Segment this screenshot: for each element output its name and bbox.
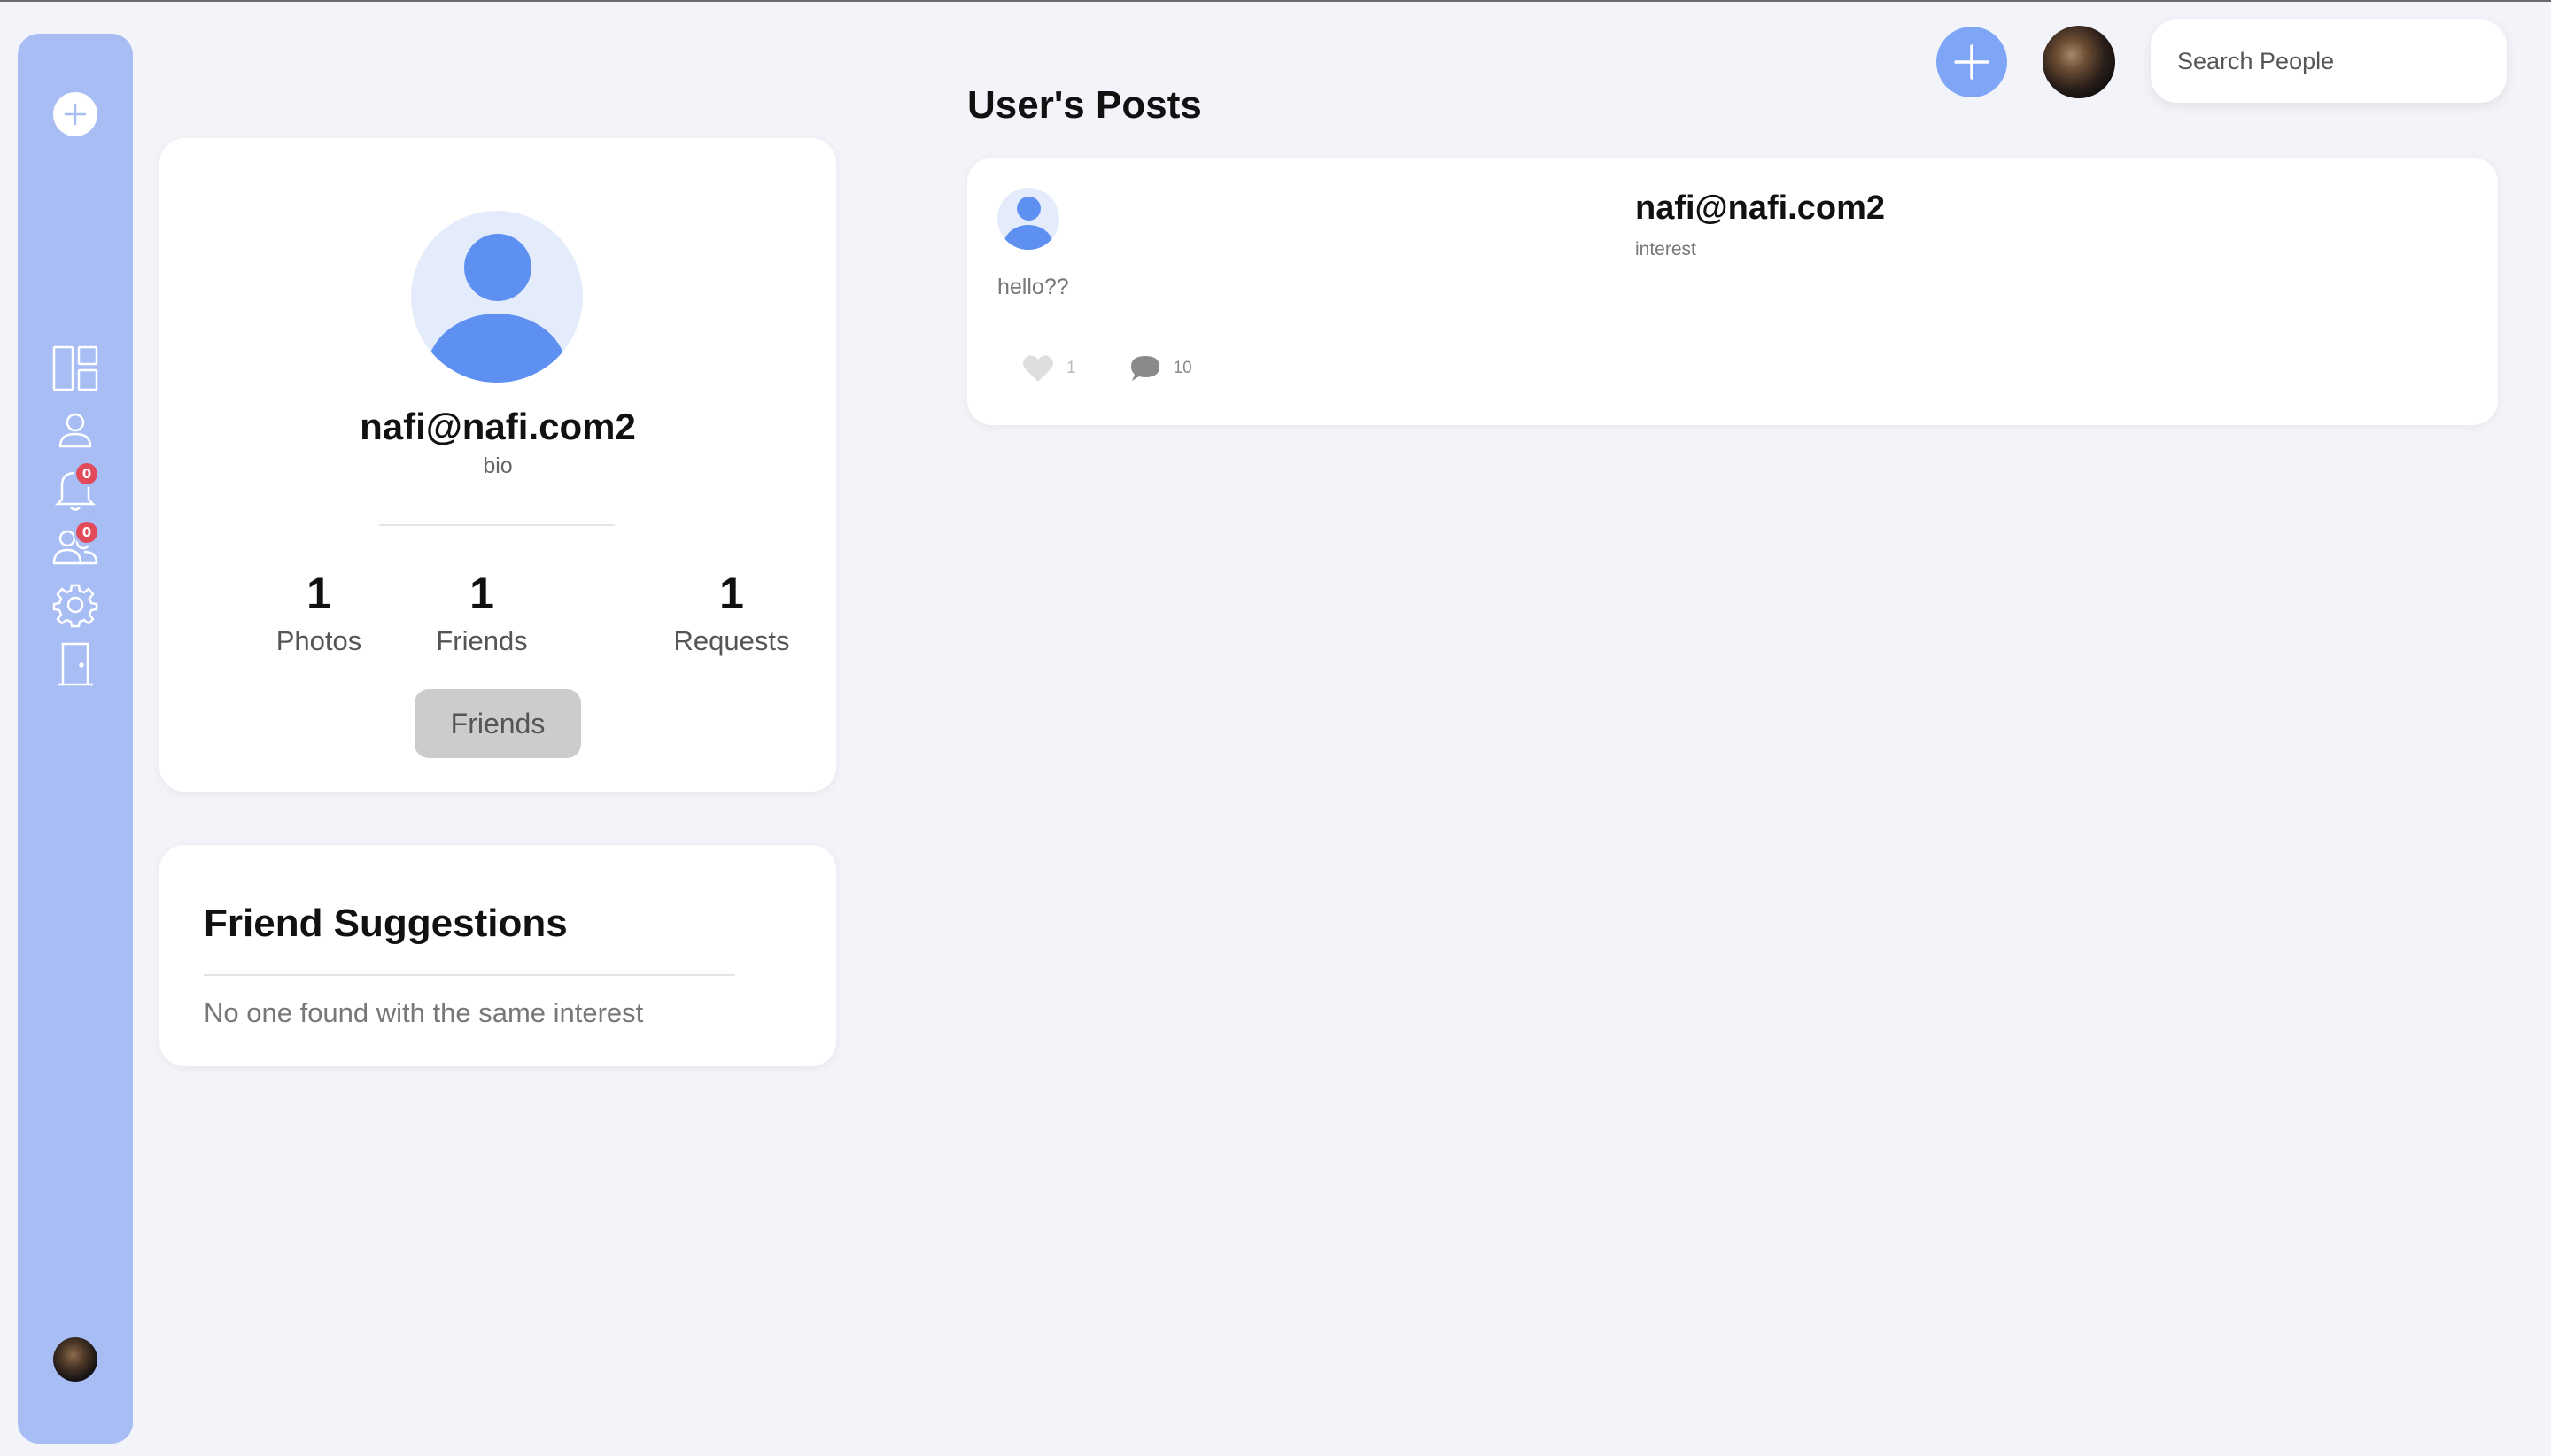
heart-icon <box>1023 355 1053 382</box>
stat-label: Friends <box>436 625 528 656</box>
sidebar-item-logout[interactable] <box>49 638 102 691</box>
posts-title: User's Posts <box>967 83 1202 127</box>
friend-suggestions-card: Friend Suggestions No one found with the… <box>159 845 836 1066</box>
search-input[interactable] <box>2177 47 2491 75</box>
top-border <box>0 0 2551 2</box>
stat-label: Requests <box>673 625 790 656</box>
comment-count: 10 <box>1173 359 1192 377</box>
sidebar: 0 0 <box>18 34 133 1444</box>
stat-value: 1 <box>306 569 331 618</box>
dashboard-icon <box>52 345 98 391</box>
suggestions-empty-text: No one found with the same interest <box>204 997 644 1028</box>
post-actions: 1 10 <box>1022 354 1245 383</box>
sidebar-item-notifications[interactable]: 0 <box>49 461 102 515</box>
create-post-button[interactable] <box>1936 27 2007 97</box>
stat-label: Photos <box>275 625 362 656</box>
profile-bio: bio <box>483 453 513 478</box>
notifications-badge: 0 <box>74 461 100 487</box>
stat-value: 1 <box>469 569 494 618</box>
like-count: 1 <box>1066 359 1076 377</box>
post-author-name[interactable]: nafi@nafi.com2 <box>1635 190 1885 228</box>
like-button[interactable]: 1 <box>1022 354 1076 383</box>
stat-requests[interactable]: 1 Requests <box>643 565 820 657</box>
sidebar-item-profile[interactable] <box>49 404 102 457</box>
sidebar-avatar[interactable] <box>53 1337 97 1382</box>
plus-icon <box>1954 44 1989 80</box>
profile-name: nafi@nafi.com2 <box>360 406 636 447</box>
gear-icon <box>52 584 98 628</box>
plus-icon <box>64 103 87 126</box>
suggestions-divider <box>204 974 735 976</box>
post-author-avatar[interactable] <box>997 188 1059 250</box>
friends-button[interactable]: Friends <box>415 689 581 758</box>
sidebar-item-settings[interactable] <box>49 578 102 631</box>
post-interest: interest <box>1635 239 1696 259</box>
sidebar-item-dashboard[interactable] <box>49 342 102 395</box>
stat-photos[interactable]: 1 Photos <box>230 565 407 657</box>
stat-value: 1 <box>719 569 744 618</box>
friend-requests-badge: 0 <box>74 519 100 546</box>
stat-friends[interactable]: 1 Friends <box>393 565 570 657</box>
comment-icon <box>1130 356 1159 381</box>
user-avatar[interactable] <box>2043 26 2115 98</box>
sidebar-create-button[interactable] <box>53 92 97 136</box>
door-icon <box>58 642 93 686</box>
profile-avatar <box>411 211 583 383</box>
sidebar-item-friends[interactable]: 0 <box>49 519 102 574</box>
search-box <box>2151 19 2507 103</box>
comment-button[interactable]: 10 <box>1129 354 1192 383</box>
user-icon <box>58 413 92 448</box>
profile-divider <box>379 524 615 526</box>
suggestions-title: Friend Suggestions <box>204 902 568 945</box>
post-text: hello?? <box>997 275 1069 299</box>
post-card: nafi@nafi.com2 interest hello?? 1 10 <box>967 158 2498 425</box>
profile-card: nafi@nafi.com2 bio 1 Photos 1 Friends 1 … <box>159 138 836 792</box>
